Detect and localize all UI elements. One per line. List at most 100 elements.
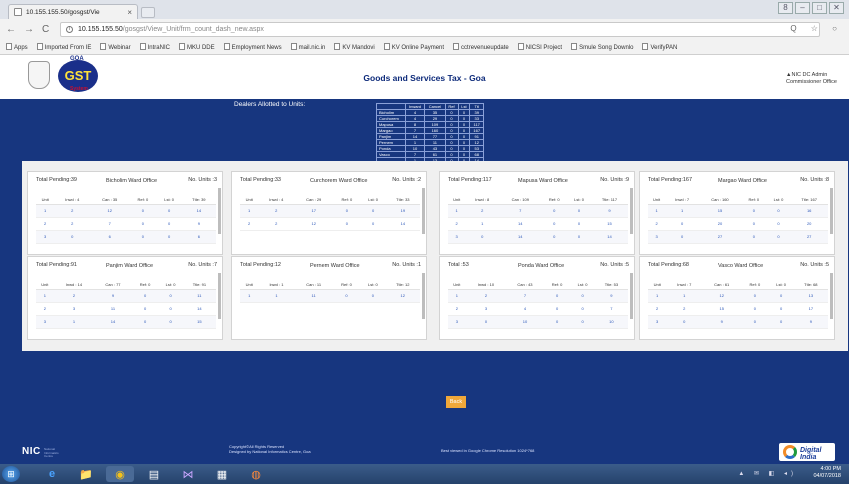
bookmark-kv-mandovi[interactable]: KV Mandovi xyxy=(334,43,375,51)
unit-header-cell: Unit xyxy=(648,280,667,290)
table-row[interactable]: 127009 xyxy=(448,289,628,303)
table-row[interactable]: 127009 xyxy=(448,204,628,218)
internet-explorer-icon[interactable]: e xyxy=(38,466,66,482)
table-row[interactable]: 3 1 14 0 0 15 xyxy=(36,315,216,329)
unit-cell: 3 xyxy=(448,315,466,329)
table-row[interactable]: 3 0 27 0 0 27 xyxy=(648,230,828,244)
unit-header-cell: Can : 35 xyxy=(90,195,130,205)
table-row[interactable]: 1 2 9 0 0 11 xyxy=(36,289,216,303)
minimize-button[interactable]: – xyxy=(795,2,810,14)
back-arrow-icon[interactable]: ← xyxy=(6,24,16,35)
card-scrollbar[interactable] xyxy=(422,188,425,234)
start-button[interactable]: ⊞ xyxy=(2,466,20,482)
firefox-icon[interactable]: ◍ xyxy=(242,466,270,482)
unit-cell: 3 xyxy=(53,302,95,316)
unit-cell: 0 xyxy=(567,217,591,231)
unit-header-cell: Can : 160 xyxy=(699,195,741,205)
unit-cell: 0 xyxy=(360,289,386,303)
unit-cell: 20 xyxy=(699,217,741,231)
system-tray-icons[interactable]: ▲ ✉ ◧ ◂) xyxy=(738,470,797,477)
unit-header-cell: Can : 61 xyxy=(702,280,742,290)
unit-table: Unit Inwd : 7 Can : 160 Ref: 0 Lst: 0 Ttle: 1… xyxy=(648,195,828,244)
close-window-button[interactable]: ✕ xyxy=(829,2,844,14)
zoom-star-menu-icons[interactable]: Q ☆ ○ xyxy=(790,24,843,33)
unit-cell: 1 xyxy=(666,289,703,303)
ward-office-card: Total Pending:167 Margao Ward Office No. U… xyxy=(639,171,835,255)
digital-india-logo[interactable]: Digital India xyxy=(779,443,835,461)
unit-cell: 0 xyxy=(156,204,182,218)
bookmark-nicsi-project[interactable]: NICSI Project xyxy=(517,43,562,51)
table-row[interactable]: 306006 xyxy=(36,230,216,244)
unit-cell: 1 xyxy=(648,204,666,218)
table-row[interactable]: 1 1 11 0 0 12 xyxy=(240,289,420,303)
card-scrollbar[interactable] xyxy=(218,273,221,319)
unit-cell: 9 xyxy=(94,289,132,303)
unit-header-cell: Ttle: 91 xyxy=(182,280,216,290)
units-count: No. Units :7 xyxy=(188,262,217,268)
bookmark-smule[interactable]: Smule Song Downlo xyxy=(571,43,633,51)
unit-cell: 12 xyxy=(294,217,334,231)
unit-table-header: Unit Inwd : 4 Can : 29 Ref: 0 Lst: 0 Ttle: 33 xyxy=(240,195,420,205)
visual-studio-icon[interactable]: ⋈ xyxy=(174,466,202,482)
bookmark-imported[interactable]: Imported From IE xyxy=(36,43,91,51)
table-row[interactable]: 234007 xyxy=(448,302,628,316)
site-info-icon[interactable]: i xyxy=(66,26,73,33)
file-explorer-icon[interactable]: 📁 xyxy=(72,466,100,482)
maximize-button[interactable]: □ xyxy=(812,2,827,14)
remote-desktop-icon[interactable]: ▦ xyxy=(208,466,236,482)
table-row[interactable]: 2 2 15 0 0 17 xyxy=(648,302,828,316)
unit-header-cell: Ttle: 39 xyxy=(181,195,216,205)
unit-cell: 17 xyxy=(294,204,334,218)
table-row[interactable]: 1 2 12 0 0 14 xyxy=(36,204,216,218)
bookmark-apps[interactable]: Apps xyxy=(6,43,28,51)
table-row[interactable]: 1 1 12 0 0 13 xyxy=(648,289,828,303)
bookmark-kv-online-payment[interactable]: KV Online Payment xyxy=(383,43,444,51)
table-row[interactable]: 309009 xyxy=(648,315,828,329)
unit-table-header: Unit Inwd : 14 Can : 77 Ref: 0 Lst: 0 Ttle: 9… xyxy=(36,280,216,290)
unit-header-cell: Lst: 0 xyxy=(567,195,591,205)
notepad-icon[interactable]: ▤ xyxy=(140,466,168,482)
bookmark-intranic[interactable]: IntraNIC xyxy=(139,43,170,51)
bookmark-webinar[interactable]: Webinar xyxy=(100,43,131,51)
unit-header-cell: Unit xyxy=(448,195,466,205)
nic-subtitle: National Informatics Centre xyxy=(44,447,59,458)
table-row[interactable]: 227009 xyxy=(36,217,216,231)
card-scrollbar[interactable] xyxy=(830,273,833,319)
chrome-icon[interactable]: ◉ xyxy=(106,466,134,482)
table-row[interactable]: 2 3 11 0 0 14 xyxy=(36,302,216,316)
bookmark-mail-nic[interactable]: mail.nic.in xyxy=(290,43,325,51)
card-scrollbar[interactable] xyxy=(630,273,633,319)
tab-close-icon[interactable]: × xyxy=(127,8,132,17)
table-row[interactable]: 2 2 12 0 0 14 xyxy=(240,217,420,231)
reload-icon[interactable]: C xyxy=(42,24,49,35)
unit-cell: 2 xyxy=(258,204,295,218)
unit-cell: 0 xyxy=(332,289,361,303)
unit-header-cell: Ref: 0 xyxy=(741,280,769,290)
bookmark-employment-news[interactable]: Employment News xyxy=(223,43,282,51)
forward-arrow-icon[interactable]: → xyxy=(24,24,34,35)
table-row[interactable]: 3 0 10 0 0 10 xyxy=(448,315,628,329)
table-row[interactable]: 3 0 14 0 0 14 xyxy=(448,230,628,244)
card-scrollbar[interactable] xyxy=(630,188,633,234)
back-button[interactable]: Back xyxy=(446,396,466,408)
unit-header-cell: Ref: 0 xyxy=(541,195,568,205)
unit-header-cell: Unit xyxy=(240,195,259,205)
user-profile-button[interactable]: 8 xyxy=(778,2,793,14)
bookmark-mku-dde[interactable]: MKU DDE xyxy=(178,43,215,51)
card-scrollbar[interactable] xyxy=(218,188,221,234)
card-scrollbar[interactable] xyxy=(422,273,425,319)
url-input[interactable]: i 10.155.155.50 /gosgst/View_Unit/frm_co… xyxy=(60,22,820,37)
ward-office-card: Total Pending:117 Mapusa Ward Office No. U… xyxy=(439,171,635,255)
table-row[interactable]: 2 1 14 0 0 15 xyxy=(448,217,628,231)
clock[interactable]: 4:00 PM 04/07/2018 xyxy=(813,466,841,480)
user-info[interactable]: ▲NIC DC Admin Commissioner Office xyxy=(786,72,837,86)
unit-header-cell: Ttle: 167 xyxy=(790,195,828,205)
bookmark-verifypan[interactable]: VerifyPAN xyxy=(642,43,677,51)
table-row[interactable]: 2 0 20 0 0 20 xyxy=(648,217,828,231)
card-scrollbar[interactable] xyxy=(830,188,833,234)
table-row[interactable]: 1 1 15 0 0 16 xyxy=(648,204,828,218)
bookmark-cctrevenueupdate[interactable]: cctrevenueupdate xyxy=(453,43,509,51)
browser-tab[interactable]: 10.155.155.50/gosgst/Vie × xyxy=(8,4,138,19)
new-tab-button[interactable] xyxy=(141,7,155,18)
table-row[interactable]: 1 2 17 0 0 19 xyxy=(240,204,420,218)
